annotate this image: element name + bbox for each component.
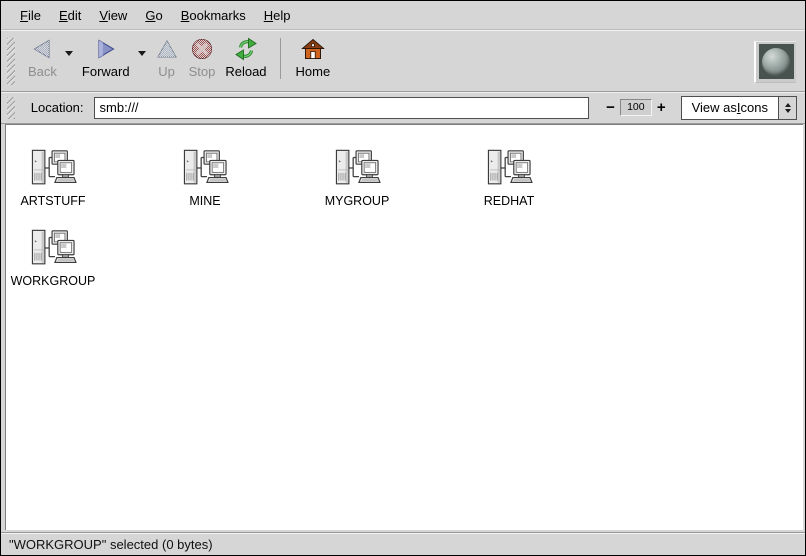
location-bar-grip-handle[interactable] (7, 97, 15, 119)
forward-history-dropdown[interactable] (135, 51, 150, 91)
chevron-down-icon (785, 109, 791, 113)
network-workgroup-icon (28, 227, 78, 271)
location-input[interactable] (94, 97, 590, 119)
toolbar-separator (280, 38, 281, 79)
menu-help[interactable]: Help (255, 4, 300, 27)
menu-view[interactable]: View (90, 4, 136, 27)
menu-edit[interactable]: Edit (50, 4, 90, 27)
network-share-item[interactable]: MINE (129, 147, 281, 227)
toolbar-grip-handle[interactable] (7, 38, 15, 85)
location-bar: Location: − 100 + View as Icons (1, 92, 805, 124)
network-share-label: WORKGROUP (11, 274, 96, 288)
stop-button-label: Stop (189, 65, 216, 78)
menu-bookmarks[interactable]: Bookmarks (172, 4, 255, 27)
icon-grid: ARTSTUFF MINE (5, 125, 617, 307)
zoom-out-button[interactable]: − (601, 100, 620, 116)
up-button-label: Up (158, 65, 175, 78)
network-share-item[interactable]: ARTSTUFF (5, 147, 129, 227)
network-share-item[interactable]: REDHAT (433, 147, 585, 227)
file-manager-window: File Edit View Go Bookmarks Help Back Fo… (0, 0, 806, 556)
back-button-label: Back (28, 65, 57, 78)
network-share-label: MINE (189, 194, 220, 208)
zoom-level-indicator: 100 (620, 99, 652, 116)
reload-icon (234, 37, 258, 61)
back-button[interactable]: Back (23, 32, 62, 91)
globe-sphere-icon (762, 48, 790, 76)
menu-go[interactable]: Go (136, 4, 171, 27)
home-button[interactable]: Home (291, 32, 336, 91)
throbber (754, 41, 796, 83)
icon-view[interactable]: ARTSTUFF MINE (5, 124, 803, 530)
forward-arrow-icon (94, 37, 118, 61)
stop-icon (190, 37, 214, 61)
back-history-dropdown[interactable] (62, 51, 77, 91)
status-text: "WORKGROUP" selected (0 bytes) (9, 537, 213, 552)
reload-button-label: Reload (225, 65, 266, 78)
chevron-down-icon (138, 51, 146, 56)
view-mode-dropdown-button[interactable] (778, 97, 796, 119)
location-label: Location: (31, 100, 84, 115)
network-share-item[interactable]: MYGROUP (281, 147, 433, 227)
toolbar: Back Forward Up Stop (1, 30, 805, 92)
reload-button[interactable]: Reload (220, 32, 271, 91)
forward-button-label: Forward (82, 65, 130, 78)
home-icon (301, 37, 325, 61)
status-bar: "WORKGROUP" selected (0 bytes) (1, 532, 805, 555)
menu-bar: File Edit View Go Bookmarks Help (1, 1, 805, 30)
forward-button[interactable]: Forward (77, 32, 135, 91)
back-arrow-icon (30, 37, 54, 61)
toolbar-spacer (335, 32, 754, 91)
network-share-label: ARTSTUFF (20, 194, 85, 208)
network-workgroup-icon (332, 147, 382, 191)
throbber-frame (759, 44, 794, 79)
zoom-in-button[interactable]: + (652, 100, 671, 116)
network-share-label: MYGROUP (325, 194, 390, 208)
network-share-label: REDHAT (484, 194, 534, 208)
network-workgroup-icon (180, 147, 230, 191)
network-workgroup-icon (28, 147, 78, 191)
view-mode-select[interactable]: View as Icons (681, 96, 797, 120)
zoom-controls: − 100 + (601, 99, 671, 116)
chevron-up-icon (785, 103, 791, 107)
up-arrow-icon (155, 37, 179, 61)
menu-file[interactable]: File (11, 4, 50, 27)
stop-button[interactable]: Stop (184, 32, 221, 91)
view-mode-label: View as Icons (682, 97, 778, 119)
up-button[interactable]: Up (150, 32, 184, 91)
home-button-label: Home (296, 65, 331, 78)
chevron-down-icon (65, 51, 73, 56)
network-share-item[interactable]: WORKGROUP (5, 227, 129, 307)
network-workgroup-icon (484, 147, 534, 191)
